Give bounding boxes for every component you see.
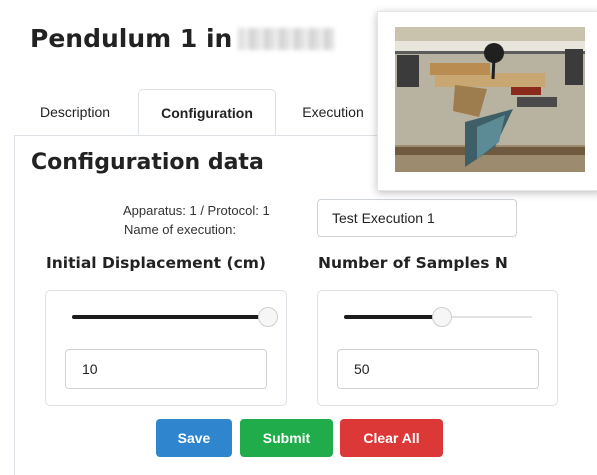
apparatus-info: Apparatus: 1 / Protocol: 1 <box>123 203 270 218</box>
slider-thumb[interactable] <box>431 307 452 327</box>
tab-configuration[interactable]: Configuration <box>138 89 276 135</box>
page-title: Pendulum 1 in <box>30 24 335 53</box>
samples-slider[interactable] <box>344 307 532 327</box>
redacted-location <box>238 27 335 50</box>
page-title-text: Pendulum 1 in <box>30 24 233 53</box>
tab-execution[interactable]: Execution <box>280 89 386 135</box>
displacement-slider[interactable] <box>72 307 278 327</box>
submit-button[interactable]: Submit <box>240 419 333 457</box>
clear-all-button[interactable]: Clear All <box>340 419 443 457</box>
tab-description[interactable]: Description <box>14 89 136 135</box>
slider-fill <box>344 315 442 319</box>
displacement-label: Initial Displacement (cm) <box>46 254 266 272</box>
section-title: Configuration data <box>31 150 264 175</box>
camera-feed <box>377 11 597 191</box>
displacement-card <box>45 290 287 406</box>
slider-fill <box>72 315 268 319</box>
execution-name-input[interactable] <box>317 199 517 237</box>
samples-input[interactable] <box>337 349 539 389</box>
samples-card <box>317 290 558 406</box>
execution-name-label: Name of execution: <box>124 222 237 237</box>
displacement-input[interactable] <box>65 349 267 389</box>
save-button[interactable]: Save <box>156 419 232 457</box>
slider-thumb[interactable] <box>258 307 278 327</box>
camera-image <box>395 27 585 172</box>
samples-label: Number of Samples N <box>318 254 508 272</box>
